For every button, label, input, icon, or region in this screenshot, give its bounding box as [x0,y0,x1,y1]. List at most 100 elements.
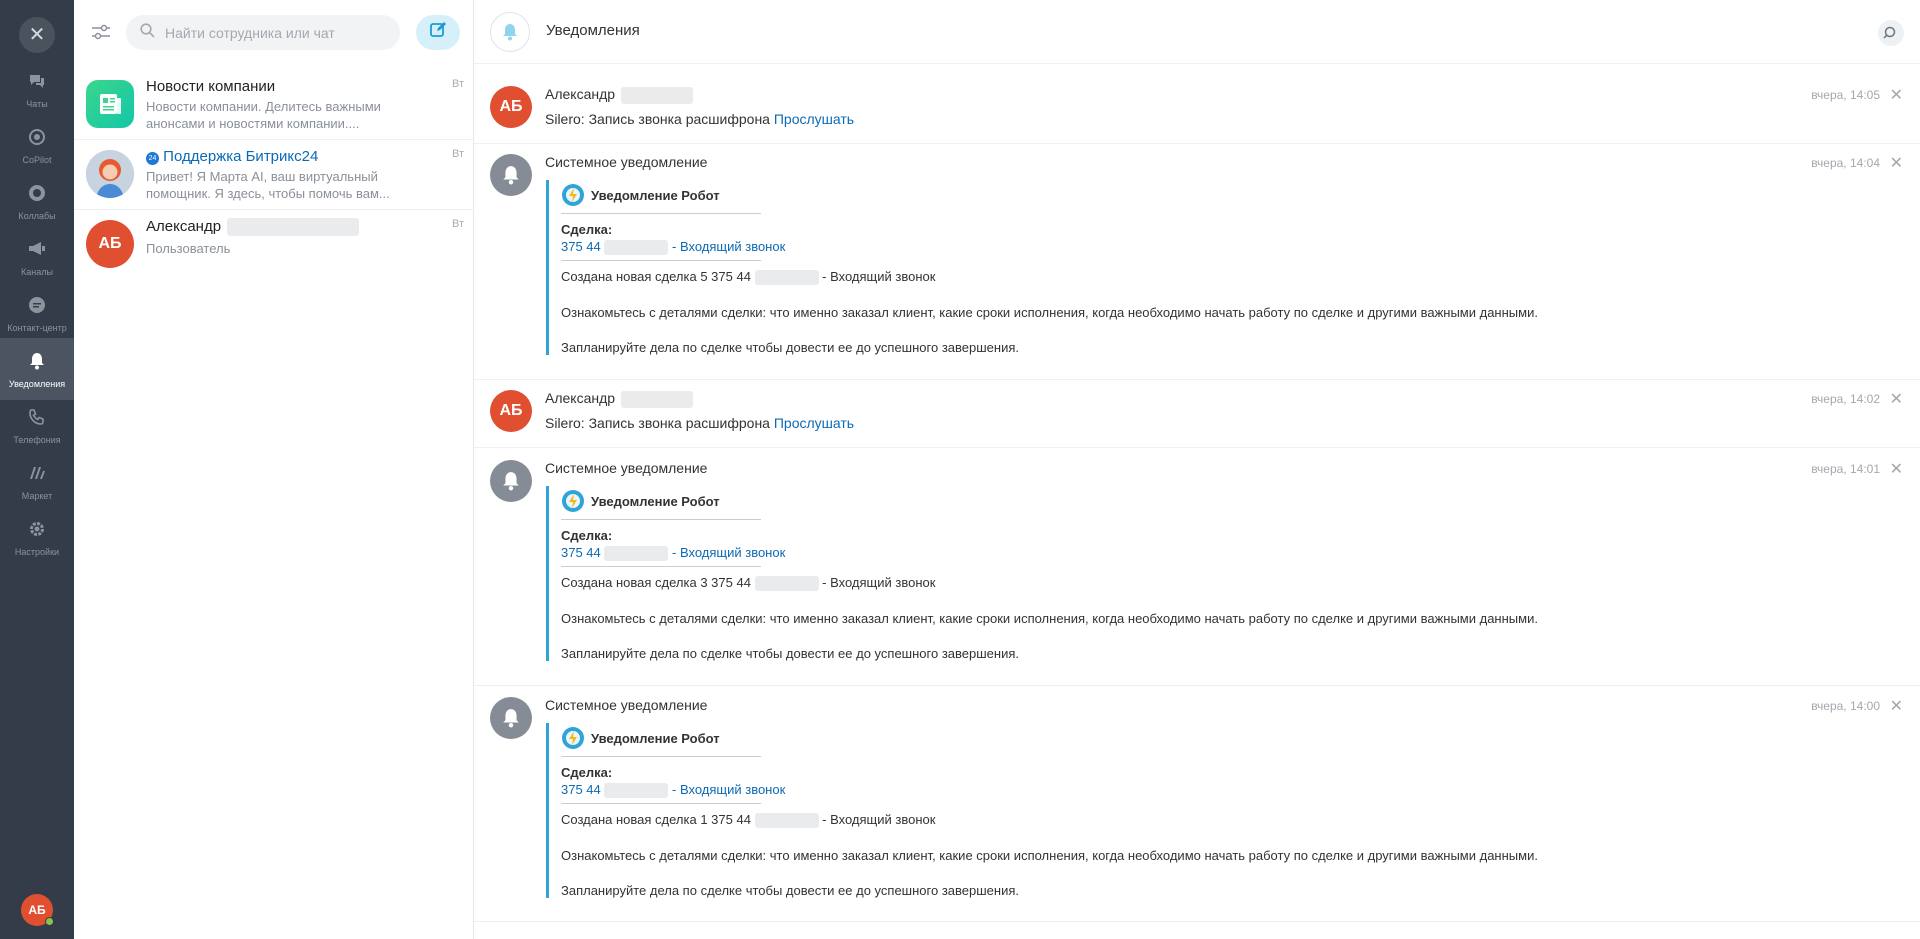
notification-time: вчера, 14:04 [1811,156,1880,170]
chat-preview: Пользователь [146,241,231,256]
rail-item-label: Настройки [14,547,60,557]
chat-item-support[interactable]: 24 Поддержка Битрикс24 Вт Привет! Я Март… [74,140,474,210]
bitrix24-badge-icon: 24 [146,152,159,165]
rail-item-market[interactable]: Маркет [0,450,74,512]
redacted-surname [620,390,693,408]
search-input[interactable] [165,24,385,41]
notifications-panel: Уведомления АБ Александр вчера, 14:05 ✕ … [474,0,1920,939]
robot-attachment: Уведомление Робот Сделка: 375 44 - Входя… [546,723,1646,899]
rail-item-chats[interactable]: Чаты [0,58,74,120]
avatar[interactable]: АБ [490,86,532,128]
deal-link[interactable]: 375 44 - Входящий звонок [561,545,1646,562]
divider [561,756,761,757]
redacted-number [754,813,819,829]
robot-icon [561,726,585,750]
rail-item-copilot[interactable]: CoPilot [0,114,74,176]
chat-item-user[interactable]: АБ Александр Вт Пользователь [74,210,474,280]
notification-text: Silero: Запись звонка расшифрона Прослуш… [545,111,855,127]
divider [561,566,761,567]
robot-header: Уведомление Робот [561,725,1646,751]
redacted-number [604,546,669,562]
notification-author: Системное уведомление [545,154,708,170]
notification-author: Системное уведомление [545,460,708,476]
page-title: Уведомления [546,22,640,39]
notification-time: вчера, 14:02 [1811,392,1880,406]
redacted-number [604,783,669,799]
robot-header: Уведомление Робот [561,488,1646,514]
chat-list-panel: Новости компании Вт Новости компании. Де… [74,0,474,939]
market-icon [25,461,49,485]
notification-time: вчера, 14:01 [1811,462,1880,476]
system-bell-avatar-icon [490,697,532,739]
deal-plan-text: Запланируйте дела по сделке чтобы довест… [561,883,1019,899]
online-status-dot [45,917,54,926]
rail-item-telephony[interactable]: Телефония [0,394,74,456]
megaphone-icon [25,237,49,261]
search-icon [140,22,155,43]
close-icon[interactable]: ✕ [1890,153,1903,173]
deal-plan-text: Запланируйте дела по сделке чтобы довест… [561,340,1019,356]
rail-item-contact-center[interactable]: Контакт-центр [0,282,74,344]
robot-icon [561,489,585,513]
rail-item-settings[interactable]: Настройки [0,506,74,568]
bell-icon [490,12,530,52]
chat-list-header [74,0,474,64]
new-chat-button[interactable] [416,15,460,50]
rail-item-label: Уведомления [8,379,66,389]
divider [561,803,761,804]
chat-title: 24 Поддержка Битрикс24 [146,148,318,165]
rail-item-notifications[interactable]: Уведомления [0,338,74,400]
deal-details-text: Ознакомьтесь с деталями сделки: что имен… [561,305,1538,321]
close-icon[interactable]: ✕ [1890,459,1903,479]
system-bell-avatar-icon [490,154,532,196]
deal-link[interactable]: 375 44 - Входящий звонок [561,239,1646,256]
deal-label: Сделка: [561,765,613,780]
close-icon[interactable]: ✕ [1890,696,1903,716]
news-avatar-icon [86,80,134,128]
search-box [126,15,400,50]
notification-item: АБ Александр вчера, 14:02 ✕ Silero: Запи… [474,380,1920,448]
chat-bubbles-icon [25,69,49,93]
notification-time: вчера, 14:00 [1811,699,1880,713]
chat-date: Вт [451,78,464,90]
rail-item-label: Контакт-центр [7,323,67,333]
notification-author: Александр [545,390,693,408]
deal-details-text: Ознакомьтесь с деталями сделки: что имен… [561,848,1538,864]
rail-item-collabs[interactable]: Коллабы [0,170,74,232]
close-icon[interactable]: ✕ [1890,389,1903,409]
bell-icon [25,349,49,373]
close-icon[interactable]: ✕ [19,17,55,53]
listen-link[interactable]: Прослушать [774,415,854,431]
rail-item-label: Каналы [21,267,53,277]
redacted-surname [620,86,693,104]
deal-label: Сделка: [561,528,613,543]
chat-preview: Новости компании. Делитесь важными анонс… [146,99,381,131]
deal-link[interactable]: 375 44 - Входящий звонок [561,782,1646,799]
chat-preview: Привет! Я Марта AI, ваш виртуальный помо… [146,169,390,201]
rail-item-label: Чаты [26,99,48,109]
close-icon[interactable]: ✕ [1890,85,1903,105]
divider [561,213,761,214]
avatar: АБ [86,220,134,268]
divider [561,260,761,261]
chat-title: Александр [146,218,360,237]
filter-icon[interactable] [88,20,114,44]
chat-item-company-news[interactable]: Новости компании Вт Новости компании. Де… [74,70,474,140]
left-rail: ✕ Чаты CoPilot Коллабы Каналы Контакт-це… [0,0,74,939]
divider [561,519,761,520]
listen-link[interactable]: Прослушать [774,111,854,127]
collab-icon [25,181,49,205]
deal-created-text: Создана новая сделка 5 375 44 - Входящий… [561,269,936,286]
rail-item-label: Коллабы [18,211,56,221]
avatar[interactable]: АБ [490,390,532,432]
search-notifications-icon[interactable] [1878,20,1904,46]
deal-label: Сделка: [561,222,613,237]
chat-date: Вт [451,148,464,160]
rail-item-label: Маркет [21,491,53,501]
rail-item-channels[interactable]: Каналы [0,226,74,288]
notification-item: Системное уведомление вчера, 14:01 ✕ Уве… [474,450,1920,686]
redacted-number [754,270,819,286]
deal-created-text: Создана новая сделка 1 375 44 - Входящий… [561,812,936,829]
rail-item-label: CoPilot [22,155,52,165]
notifications-header: Уведомления [474,0,1920,64]
